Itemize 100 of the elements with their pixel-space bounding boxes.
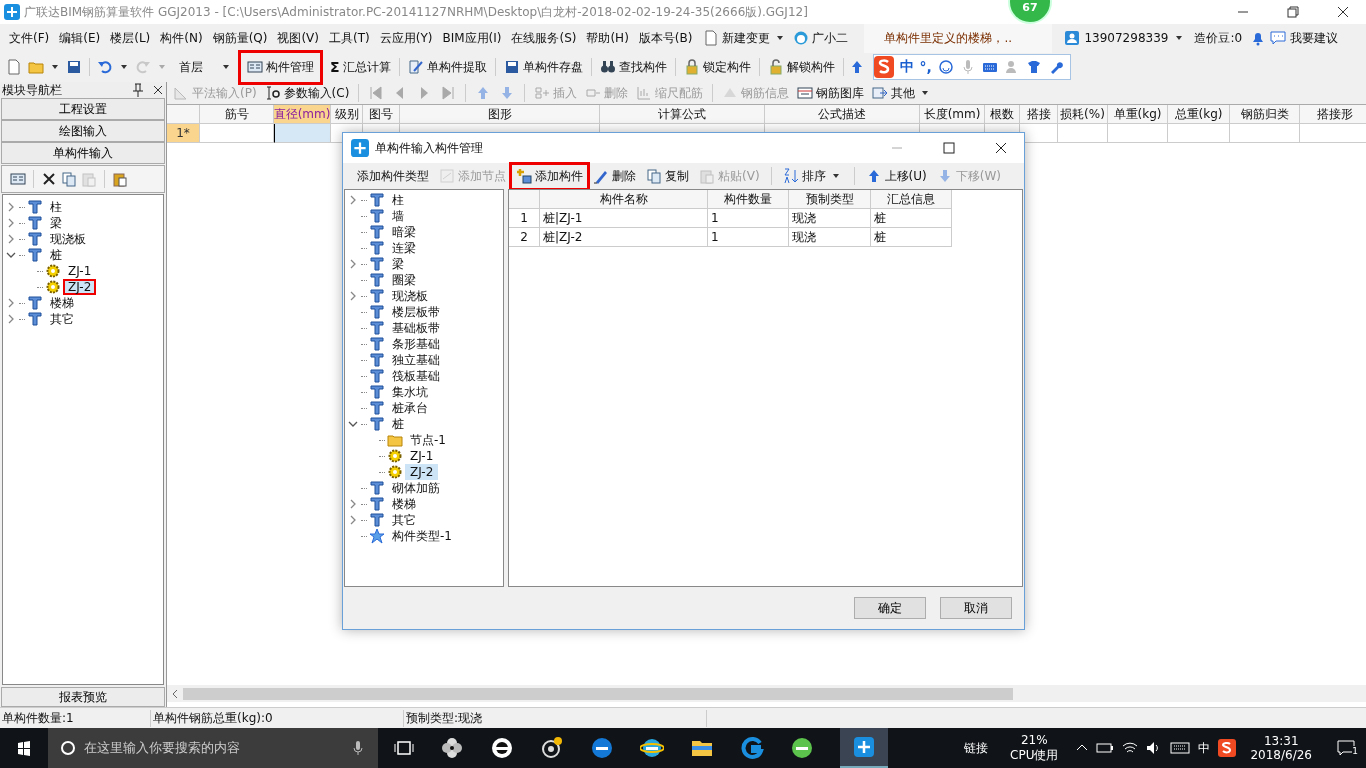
module-button[interactable]: 报表预览 <box>1 687 165 707</box>
caret-icon[interactable] <box>777 36 784 40</box>
tray-text[interactable]: 链接 <box>964 739 989 757</box>
column-header[interactable]: 构件名称 <box>540 190 708 209</box>
caret-icon[interactable] <box>1176 36 1183 40</box>
column-header[interactable]: 图形 <box>400 105 600 124</box>
tree-item[interactable]: 楼梯 <box>45 295 79 311</box>
tree-item[interactable]: 柱 <box>45 199 67 215</box>
tree-item[interactable]: 连梁 <box>387 240 421 256</box>
column-header[interactable]: 根数 <box>985 105 1020 124</box>
tree-item[interactable]: 其它 <box>45 311 79 327</box>
tree-item[interactable]: 暗梁 <box>387 224 421 240</box>
cpu-percent[interactable]: 21% <box>1020 732 1048 747</box>
menu-item[interactable]: 帮助(H) <box>581 29 634 47</box>
toolbar-button[interactable]: 复制 <box>644 166 691 186</box>
menu-item[interactable]: 在线服务(S) <box>506 29 582 47</box>
column-header[interactable]: 总重(kg) <box>1168 105 1230 124</box>
tree-item[interactable]: 构件类型-1 <box>387 528 457 544</box>
column-header[interactable]: 汇总信息 <box>871 190 952 209</box>
horizontal-scrollbar[interactable] <box>167 685 1366 702</box>
table-cell[interactable] <box>1168 124 1230 143</box>
menu-item[interactable]: 构件(N) <box>155 29 208 47</box>
toolbar-button[interactable]: 构件管理 <box>244 55 317 79</box>
module-button[interactable]: 工程设置 <box>1 98 165 120</box>
column-header[interactable]: 搭接形 <box>1300 105 1366 124</box>
tree-item[interactable]: ZJ-1 <box>63 263 97 279</box>
column-header[interactable]: 筋号 <box>200 105 274 124</box>
menu-item[interactable]: 工具(T) <box>324 29 375 47</box>
toolbar-button[interactable]: 添加构件 <box>514 166 585 186</box>
toolbar-button[interactable]: 其他 <box>870 83 935 103</box>
browser-icon[interactable] <box>490 736 514 760</box>
column-header[interactable]: 构件数量 <box>708 190 789 209</box>
tree-item[interactable]: 砌体加筋 <box>387 480 445 496</box>
tree-item[interactable]: 桩承台 <box>387 400 433 416</box>
tree-item[interactable]: 节点-1 <box>405 432 451 448</box>
toolbar-button[interactable]: 锁定构件 <box>680 55 754 79</box>
tree-item[interactable]: 楼梯 <box>387 496 421 512</box>
toolbar-button[interactable]: 排序 <box>780 166 845 186</box>
toolbar-button[interactable]: 添加构件类型 <box>355 166 431 186</box>
g-app-icon[interactable] <box>740 736 764 760</box>
column-header[interactable]: 搭接 <box>1020 105 1058 124</box>
menu-link[interactable]: 广小二 <box>812 29 849 47</box>
menu-item[interactable]: 视图(V) <box>272 29 324 47</box>
keyboard-icon[interactable] <box>1170 741 1191 755</box>
dialog-button[interactable]: 确定 <box>854 597 926 619</box>
clock-time[interactable]: 13:31 <box>1263 734 1299 748</box>
close-icon[interactable] <box>152 84 164 96</box>
table-cell[interactable]: 现浇 <box>789 228 871 247</box>
column-header[interactable]: 计算公式 <box>600 105 765 124</box>
table-cell[interactable]: 1 <box>708 209 789 228</box>
menu-item[interactable]: 云应用(Y) <box>374 29 438 47</box>
user-name[interactable]: 13907298339 <box>1084 31 1169 45</box>
tree-item[interactable]: 圈梁 <box>387 272 421 288</box>
column-header[interactable]: 公式描述 <box>765 105 920 124</box>
toolbar-button[interactable]: 解锁构件 <box>764 55 838 79</box>
menu-item[interactable]: 钢筋量(Q) <box>207 29 273 47</box>
scroll-thumb[interactable] <box>183 687 1013 700</box>
toolbar-button[interactable]: 删除 <box>591 166 638 186</box>
cpu-label[interactable]: CPU使用 <box>1010 746 1059 764</box>
floor-select[interactable]: 首层 <box>175 56 233 78</box>
tree-item[interactable]: 墙 <box>387 208 409 224</box>
table-cell[interactable]: 桩|ZJ-2 <box>540 228 708 247</box>
toolbar-button[interactable]: 上移(U) <box>863 166 929 186</box>
toolbar-button[interactable]: 查找构件 <box>596 55 670 79</box>
table-cell[interactable]: 1 <box>708 228 789 247</box>
toolbar-button[interactable]: 参数输入(C) <box>262 83 352 103</box>
tree-item[interactable]: 梁 <box>45 215 67 231</box>
tree-item[interactable]: 基础板带 <box>387 320 445 336</box>
dialog-button[interactable]: 取消 <box>940 597 1012 619</box>
active-app-button[interactable] <box>840 728 888 768</box>
wifi-icon[interactable] <box>1122 741 1139 755</box>
column-header[interactable]: 级别 <box>331 105 363 124</box>
table-cell[interactable] <box>1230 124 1300 143</box>
tree-item[interactable]: 桩 <box>387 416 409 432</box>
column-header[interactable]: 长度(mm) <box>920 105 985 124</box>
tree-item[interactable]: 独立基础 <box>387 352 445 368</box>
tree-item[interactable]: 现浇板 <box>45 231 91 247</box>
pinwheel-icon[interactable] <box>440 736 464 760</box>
table-cell[interactable]: 桩 <box>871 228 952 247</box>
menu-item[interactable]: 楼层(L) <box>105 29 156 47</box>
notification-button[interactable]: 1 <box>1326 740 1366 756</box>
column-header[interactable]: 钢筋归类 <box>1230 105 1300 124</box>
tree-item[interactable]: 条形基础 <box>387 336 445 352</box>
suggest-link[interactable]: 我要建议 <box>1290 29 1339 47</box>
toolbar-button[interactable]: 钢筋图库 <box>795 83 867 103</box>
menu-item[interactable]: BIM应用(I) <box>437 29 507 47</box>
search-field[interactable]: 在这里输入你要搜索的内容 <box>48 728 378 768</box>
input-mode-toggle[interactable]: 中 <box>899 58 914 76</box>
caret-icon[interactable] <box>121 65 127 69</box>
module-button[interactable]: 绘图输入 <box>1 120 165 142</box>
menu-item[interactable]: 版本号(B) <box>633 29 698 47</box>
menu-item[interactable]: 文件(F) <box>4 29 55 47</box>
table-cell[interactable]: 现浇 <box>789 209 871 228</box>
notice-banner[interactable]: 单构件里定义的楼梯，.. <box>864 23 1053 53</box>
input-language[interactable]: 中 <box>1198 739 1211 757</box>
table-cell[interactable] <box>1108 124 1168 143</box>
input-method-logo-icon[interactable] <box>873 56 894 78</box>
column-header[interactable]: 图号 <box>363 105 400 124</box>
tree-item[interactable]: 柱 <box>387 192 409 208</box>
caret-icon[interactable] <box>52 65 58 69</box>
